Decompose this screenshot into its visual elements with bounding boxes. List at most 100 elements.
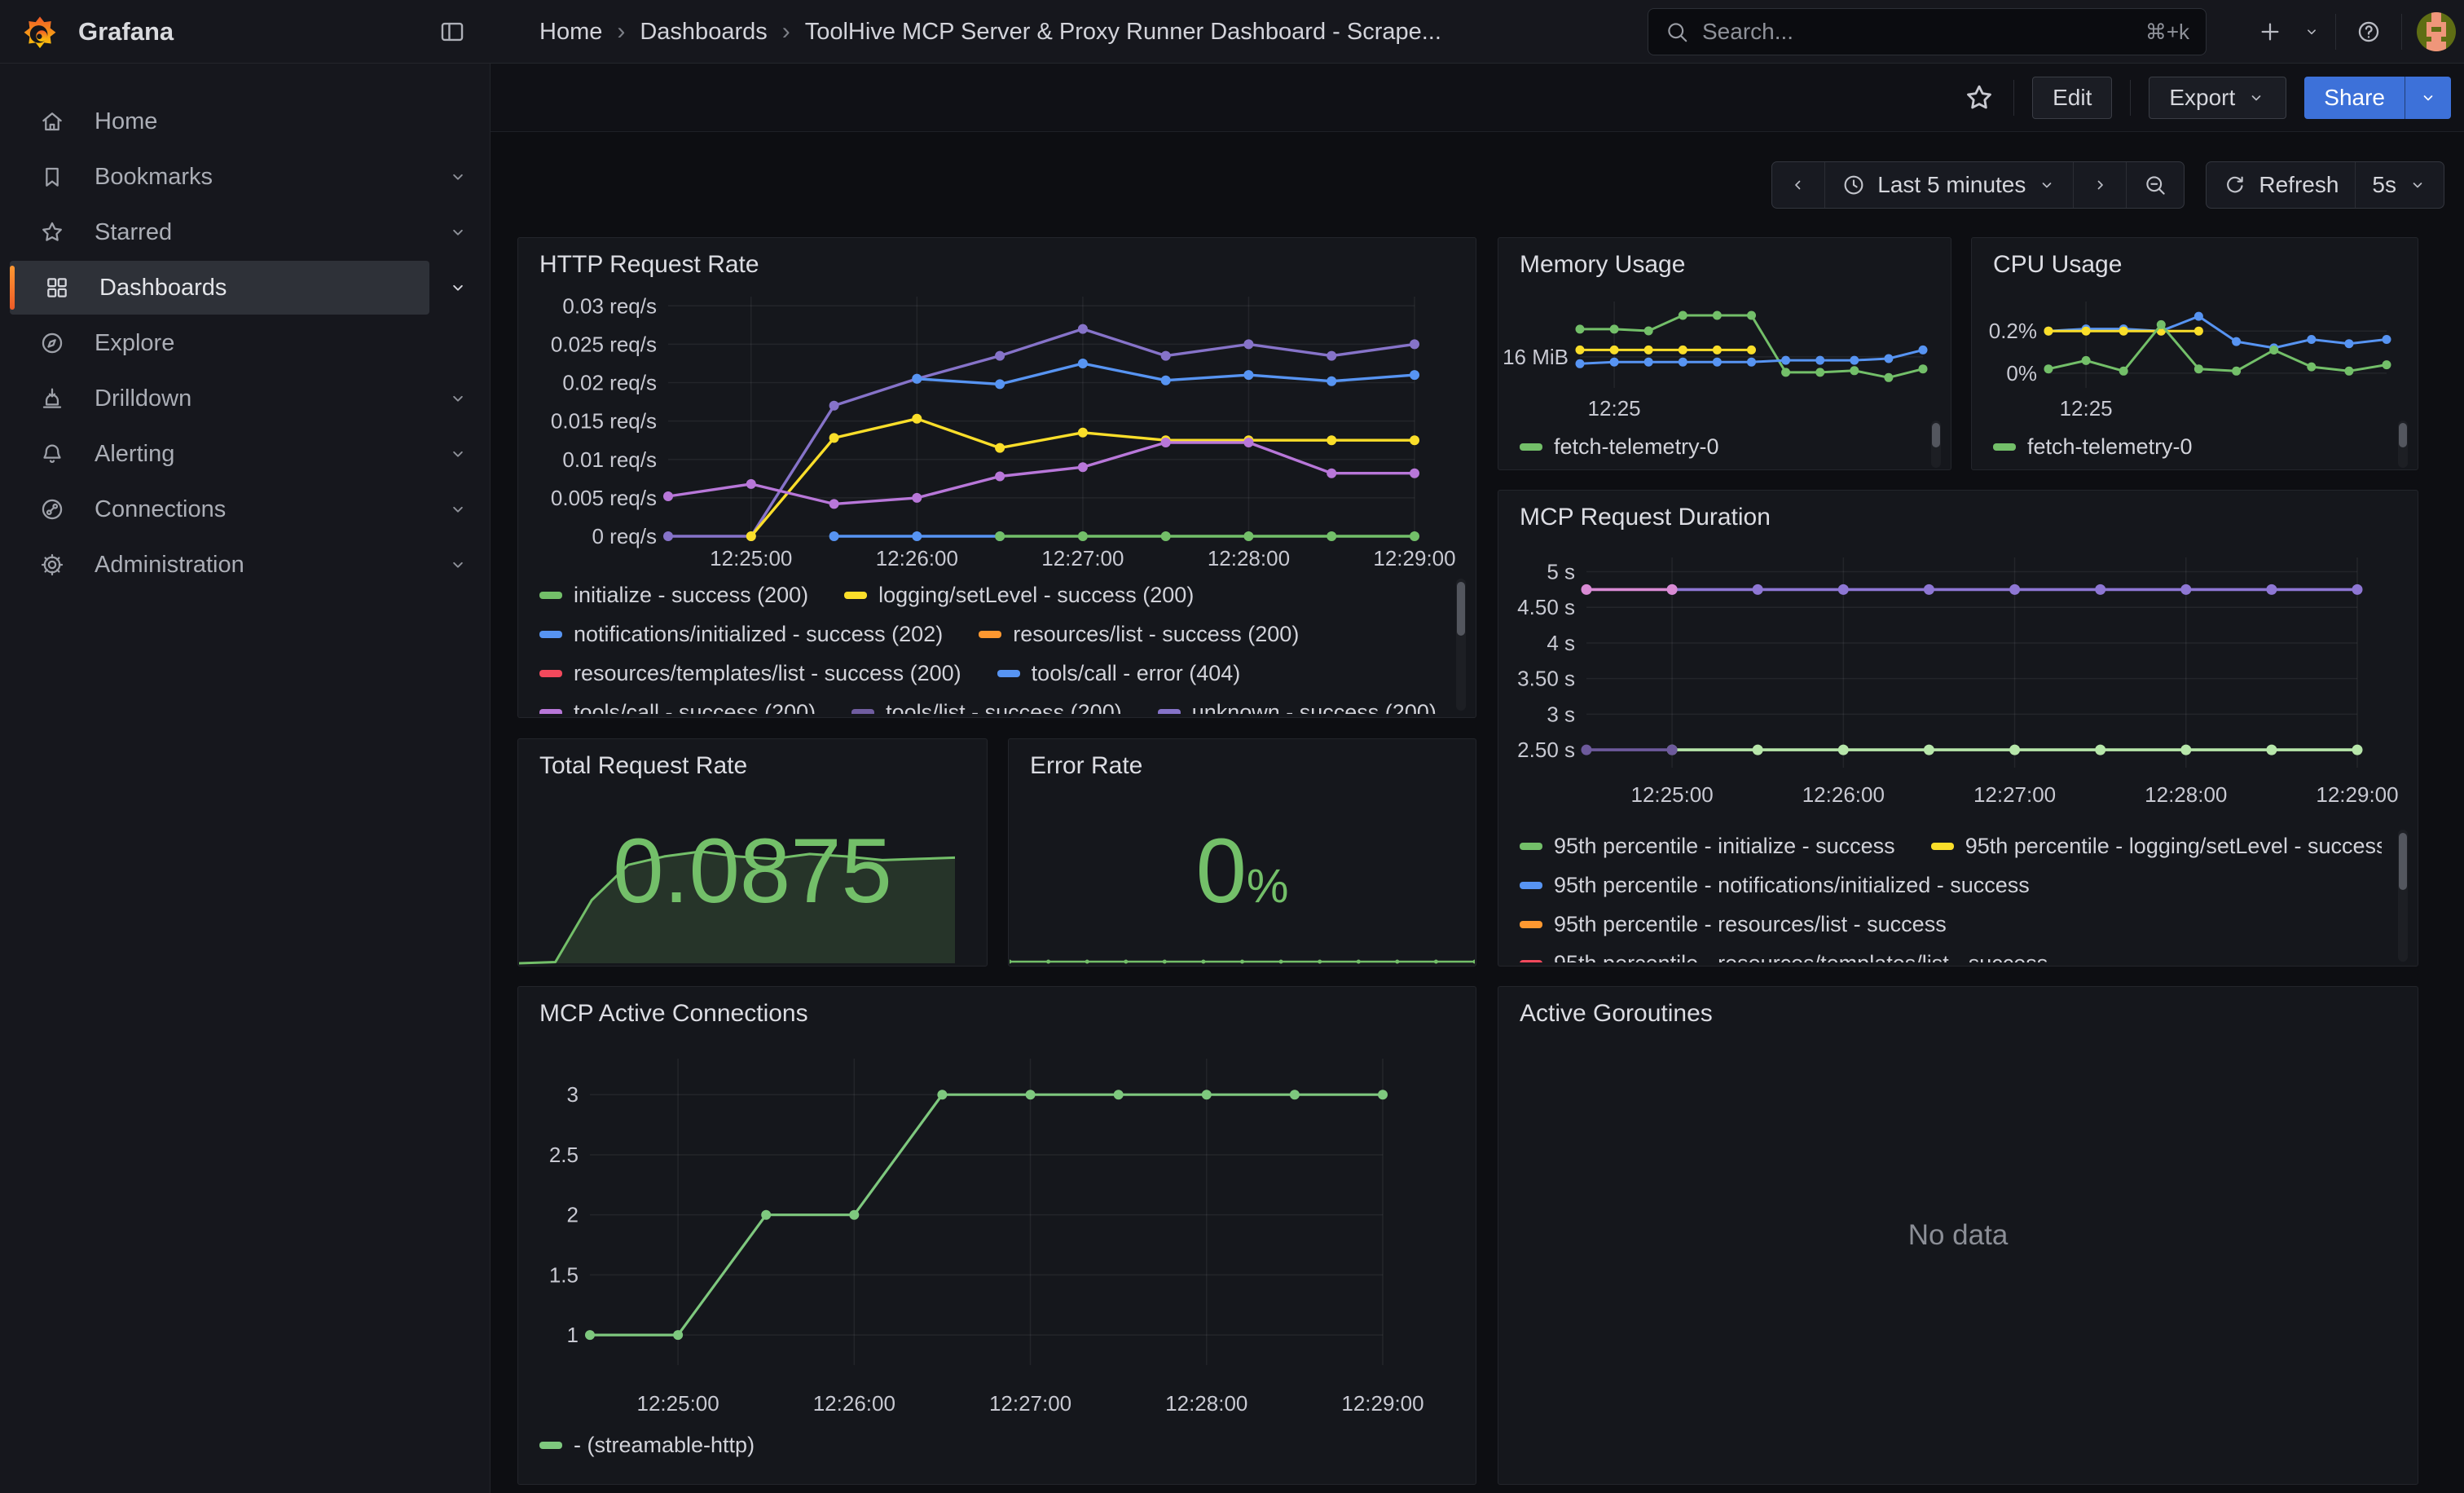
panel-title: Memory Usage: [1520, 251, 1685, 279]
legend-item[interactable]: fetch-telemetry-0: [1993, 434, 2193, 460]
sidebar-item-explore[interactable]: Explore: [10, 316, 429, 370]
sidebar-item-bookmarks[interactable]: Bookmarks: [10, 150, 429, 204]
sidebar-item-label: Connections: [95, 496, 226, 523]
mcp-request-duration-chart: 12:25:0012:26:0012:27:0012:28:0012:29:00…: [1500, 536, 2411, 810]
svg-text:12:28:00: 12:28:00: [1208, 546, 1290, 570]
panel-total-request-rate: Total Request Rate 0.0875: [517, 738, 988, 967]
divider: [2130, 80, 2131, 116]
svg-text:3.50 s: 3.50 s: [1517, 667, 1575, 691]
legend-item[interactable]: resources/list - success (200): [979, 622, 1299, 647]
legend-item[interactable]: 95th percentile - notifications/initiali…: [1520, 873, 2030, 898]
sidebar-item-dashboards[interactable]: Dashboards: [10, 261, 429, 315]
chevron-down-icon[interactable]: [447, 222, 469, 243]
refresh-icon: [2223, 173, 2247, 197]
breadcrumb-item[interactable]: Home: [539, 19, 602, 46]
breadcrumb-item[interactable]: Dashboards: [640, 19, 767, 46]
sidebar-item-label: Alerting: [95, 441, 174, 468]
refresh-button[interactable]: Refresh: [2207, 162, 2355, 208]
svg-text:12:27:00: 12:27:00: [1973, 782, 2056, 807]
refresh-interval-label: 5s: [2372, 172, 2396, 198]
legend-item[interactable]: 95th percentile - logging/setLevel - suc…: [1931, 834, 2382, 859]
add-new-button[interactable]: [2252, 14, 2288, 50]
search-input-container[interactable]: ⌘+k: [1648, 8, 2207, 55]
connections-legend: - (streamable-http): [539, 1425, 1440, 1468]
divider: [2335, 14, 2336, 50]
time-range-picker[interactable]: Last 5 minutes: [1824, 162, 2073, 208]
share-button[interactable]: Share: [2304, 77, 2405, 119]
cog-icon: [39, 552, 65, 578]
sidebar-item-label: Bookmarks: [95, 164, 213, 191]
chevron-down-icon: [2418, 88, 2438, 108]
legend-item[interactable]: - (streamable-http): [539, 1433, 755, 1458]
favorite-star-icon[interactable]: [1963, 81, 1995, 114]
panel-title: Error Rate: [1030, 752, 1142, 780]
legend-item[interactable]: 95th percentile - resources/templates/li…: [1520, 951, 2048, 963]
svg-text:2.5: 2.5: [549, 1143, 579, 1167]
sidebar-item-connections[interactable]: Connections: [10, 482, 429, 536]
search-input[interactable]: [1702, 19, 2132, 45]
svg-text:0.02 req/s: 0.02 req/s: [562, 371, 657, 395]
legend-item[interactable]: tools/call - success (200): [539, 700, 816, 715]
legend-item[interactable]: 95th percentile - initialize - success: [1520, 834, 1895, 859]
sidebar-toggle-button[interactable]: [438, 0, 466, 64]
sidebar-nav: Home Bookmarks Starred DashboardsExplore Dri…: [0, 64, 491, 1493]
sidebar-item-administration[interactable]: Administration: [10, 538, 429, 592]
breadcrumb-separator: ›: [602, 18, 640, 46]
legend-item[interactable]: tools/list - success (200): [851, 700, 1122, 715]
error-rate-sparkline: [1010, 952, 1475, 965]
legend-item[interactable]: 95th percentile - resources/list - succe…: [1520, 912, 1947, 937]
svg-text:12:28:00: 12:28:00: [1165, 1391, 1247, 1416]
svg-text:0.03 req/s: 0.03 req/s: [562, 293, 657, 318]
user-avatar[interactable]: [2417, 12, 2456, 51]
legend-scrollbar[interactable]: [2398, 421, 2408, 468]
panel-cpu-usage: CPU Usage 12:250.2%0% fetch-telemetry-0: [1971, 237, 2418, 470]
svg-text:12:25:00: 12:25:00: [637, 1391, 719, 1416]
sidebar-item-label: Home: [95, 108, 157, 135]
sidebar-item-alerting[interactable]: Alerting: [10, 427, 429, 481]
panel-title: CPU Usage: [1993, 251, 2122, 279]
chevron-down-icon[interactable]: [447, 277, 469, 298]
export-button[interactable]: Export: [2149, 77, 2286, 119]
legend-scrollbar[interactable]: [1456, 579, 1466, 711]
legend-item[interactable]: resources/templates/list - success (200): [539, 661, 961, 686]
sidebar-item-label: Starred: [95, 219, 172, 246]
edit-button[interactable]: Edit: [2032, 77, 2112, 119]
sidebar-item-label: Administration: [95, 552, 244, 579]
zoom-out-button[interactable]: [2126, 162, 2184, 208]
legend-scrollbar[interactable]: [1931, 421, 1941, 468]
total-request-rate-value: 0.0875: [613, 820, 892, 922]
legend-item[interactable]: tools/call - error (404): [997, 661, 1241, 686]
legend-item[interactable]: notifications/initialized - success (202…: [539, 622, 943, 647]
share-dropdown-button[interactable]: [2405, 77, 2451, 119]
no-data-message: No data: [1498, 987, 2418, 1484]
legend-item[interactable]: unknown - success (200): [1158, 700, 1437, 715]
search-shortcut-hint: ⌘+k: [2145, 20, 2189, 45]
time-forward-button[interactable]: [2073, 162, 2126, 208]
refresh-interval-picker[interactable]: 5s: [2355, 162, 2444, 208]
sidebar-item-label: Drilldown: [95, 385, 191, 412]
grafana-logo-icon: [21, 0, 59, 64]
svg-text:1: 1: [567, 1323, 579, 1347]
chevron-down-icon[interactable]: [447, 499, 469, 520]
panel-left-icon: [438, 18, 466, 46]
legend-item[interactable]: logging/setLevel - success (200): [844, 583, 1194, 608]
legend-item[interactable]: initialize - success (200): [539, 583, 808, 608]
add-new-chevron-icon[interactable]: [2303, 23, 2321, 41]
chevron-down-icon[interactable]: [447, 443, 469, 465]
time-back-button[interactable]: [1772, 162, 1824, 208]
legend-item[interactable]: fetch-telemetry-0: [1520, 434, 1719, 460]
chevron-right-icon: [2090, 175, 2110, 195]
chevron-down-icon[interactable]: [447, 388, 469, 409]
sidebar-item-starred[interactable]: Starred: [10, 205, 429, 259]
chevron-down-icon[interactable]: [447, 166, 469, 187]
refresh-group: Refresh 5s: [2206, 161, 2444, 209]
memory-legend: fetch-telemetry-0: [1520, 427, 1910, 468]
star-icon: [39, 219, 65, 245]
legend-scrollbar[interactable]: [2398, 830, 2408, 962]
http-legend: initialize - success (200) logging/setLev…: [539, 575, 1440, 714]
sidebar-item-home[interactable]: Home: [10, 95, 429, 148]
chevron-down-icon[interactable]: [447, 554, 469, 575]
help-button[interactable]: [2351, 14, 2387, 50]
error-rate-unit: %: [1247, 860, 1289, 913]
sidebar-item-drilldown[interactable]: Drilldown: [10, 372, 429, 425]
